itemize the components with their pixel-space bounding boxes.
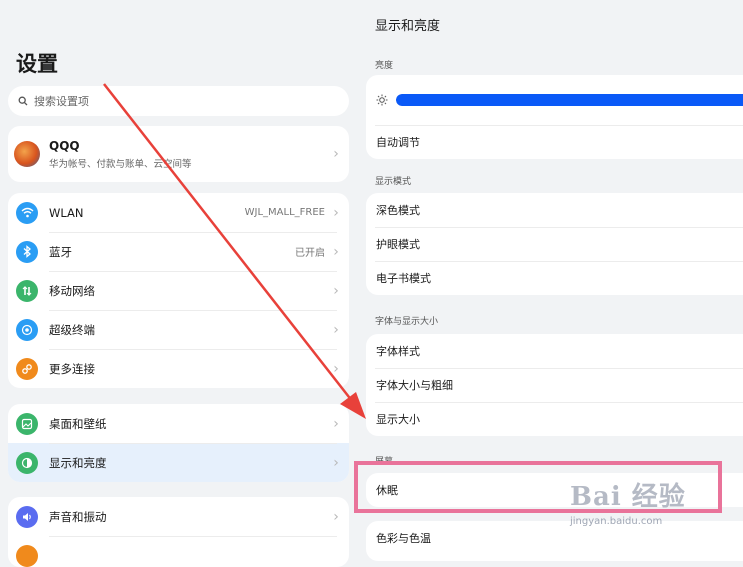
- bluetooth-status: 已开启: [295, 248, 325, 259]
- sidebar-item-more-connections[interactable]: 更多连接 ›: [8, 349, 349, 388]
- display-icon: [16, 451, 38, 474]
- font-section-label: 字体与显示大小: [375, 317, 439, 327]
- account-card[interactable]: QQQ 华为帐号、付款与账单、云空间等 ›: [8, 126, 349, 182]
- row-label: 电子书模式: [376, 272, 431, 285]
- sidebar-item-wlan[interactable]: WLAN WJL_MALL_FREE ›: [8, 193, 349, 232]
- sidebar-item-label: 显示和亮度: [49, 455, 107, 470]
- brightness-fill: [396, 94, 743, 106]
- sidebar-item-mobile-network[interactable]: 移动网络 ›: [8, 271, 349, 310]
- display-mode-section-label: 显示模式: [375, 177, 412, 187]
- account-name: QQQ: [49, 138, 80, 153]
- display-size-row[interactable]: 显示大小: [366, 402, 743, 436]
- chevron-right-icon: ›: [333, 360, 339, 377]
- chevron-right-icon: ›: [333, 415, 339, 432]
- sidebar-item-wallpaper[interactable]: 桌面和壁纸 ›: [8, 404, 349, 443]
- sidebar-item-label: WLAN: [49, 205, 84, 220]
- sound-card: 声音和振动 ›: [8, 497, 349, 567]
- chevron-right-icon: ›: [333, 204, 339, 221]
- signal-icon: [16, 279, 38, 302]
- chevron-right-icon: ›: [333, 282, 339, 299]
- row-label: 显示大小: [376, 413, 420, 426]
- panel-title: 显示和亮度: [375, 19, 441, 34]
- chevron-right-icon: ›: [333, 321, 339, 338]
- sidebar-item-super-device[interactable]: 超级终端 ›: [8, 310, 349, 349]
- sidebar-item-label: 桌面和壁纸: [49, 416, 107, 431]
- chevron-right-icon: ›: [333, 508, 339, 525]
- font-card: 字体样式 字体大小与粗细 显示大小: [366, 334, 743, 436]
- search-input[interactable]: 搜索设置项: [8, 86, 349, 116]
- row-label: 字体样式: [376, 345, 420, 358]
- personalization-card: 桌面和壁纸 › 显示和亮度 ›: [8, 404, 349, 482]
- wallpaper-icon: [16, 412, 38, 435]
- wlan-status: WJL_MALL_FREE: [244, 207, 325, 218]
- super-device-icon: [16, 318, 38, 341]
- dark-mode-row[interactable]: 深色模式: [366, 193, 743, 227]
- sidebar-item-label: 蓝牙: [49, 244, 72, 259]
- bluetooth-icon: [16, 240, 38, 263]
- account-subtitle: 华为帐号、付款与账单、云空间等: [49, 158, 192, 170]
- search-placeholder: 搜索设置项: [34, 95, 89, 108]
- link-icon: [16, 357, 38, 380]
- search-icon: [16, 94, 30, 108]
- brightness-track[interactable]: [396, 94, 743, 106]
- connectivity-card: WLAN WJL_MALL_FREE › 蓝牙 已开启 › 移动网络 › 超级终…: [8, 193, 349, 388]
- sidebar-item-label: 更多连接: [49, 361, 95, 376]
- row-label: 深色模式: [376, 204, 420, 217]
- font-size-row[interactable]: 字体大小与粗细: [366, 368, 743, 402]
- row-label: 字体大小与粗细: [376, 379, 453, 392]
- sound-icon: [16, 505, 38, 528]
- sidebar-item-label: 声音和振动: [49, 509, 107, 524]
- brightness-section-label: 亮度: [375, 61, 394, 71]
- sidebar-item-label: 超级终端: [49, 322, 95, 337]
- eye-comfort-row[interactable]: 护眼模式: [366, 227, 743, 261]
- auto-adjust-label: 自动调节: [376, 136, 420, 149]
- brightness-card: 自动调节: [366, 75, 743, 159]
- avatar: [14, 141, 40, 167]
- chevron-right-icon: ›: [333, 146, 339, 162]
- sidebar-item-partial[interactable]: [8, 536, 349, 567]
- display-mode-card: 深色模式 护眼模式 电子书模式: [366, 193, 743, 295]
- chevron-right-icon: ›: [333, 454, 339, 471]
- sidebar-item-label: 移动网络: [49, 283, 95, 298]
- font-style-row[interactable]: 字体样式: [366, 334, 743, 368]
- chevron-right-icon: ›: [333, 243, 339, 260]
- page-title: 设置: [16, 52, 58, 76]
- row-label: 护眼模式: [376, 238, 420, 251]
- sun-icon: [376, 94, 388, 106]
- wifi-icon: [16, 201, 38, 224]
- watermark-logo: Bai 经验: [570, 482, 686, 512]
- row-label: 色彩与色温: [376, 532, 431, 545]
- sidebar-item-display[interactable]: 显示和亮度 ›: [8, 443, 349, 482]
- sidebar-item-sound[interactable]: 声音和振动 ›: [8, 497, 349, 536]
- auto-adjust-row[interactable]: 自动调节: [366, 125, 743, 159]
- watermark: Bai 经验 jingyan.baidu.com: [568, 476, 740, 538]
- brightness-slider[interactable]: [366, 75, 743, 125]
- settings-sidebar: 设置 搜索设置项 QQQ 华为帐号、付款与账单、云空间等 › WLAN WJL_…: [0, 0, 358, 567]
- sidebar-item-bluetooth[interactable]: 蓝牙 已开启 ›: [8, 232, 349, 271]
- ebook-mode-row[interactable]: 电子书模式: [366, 261, 743, 295]
- watermark-url: jingyan.baidu.com: [570, 516, 663, 527]
